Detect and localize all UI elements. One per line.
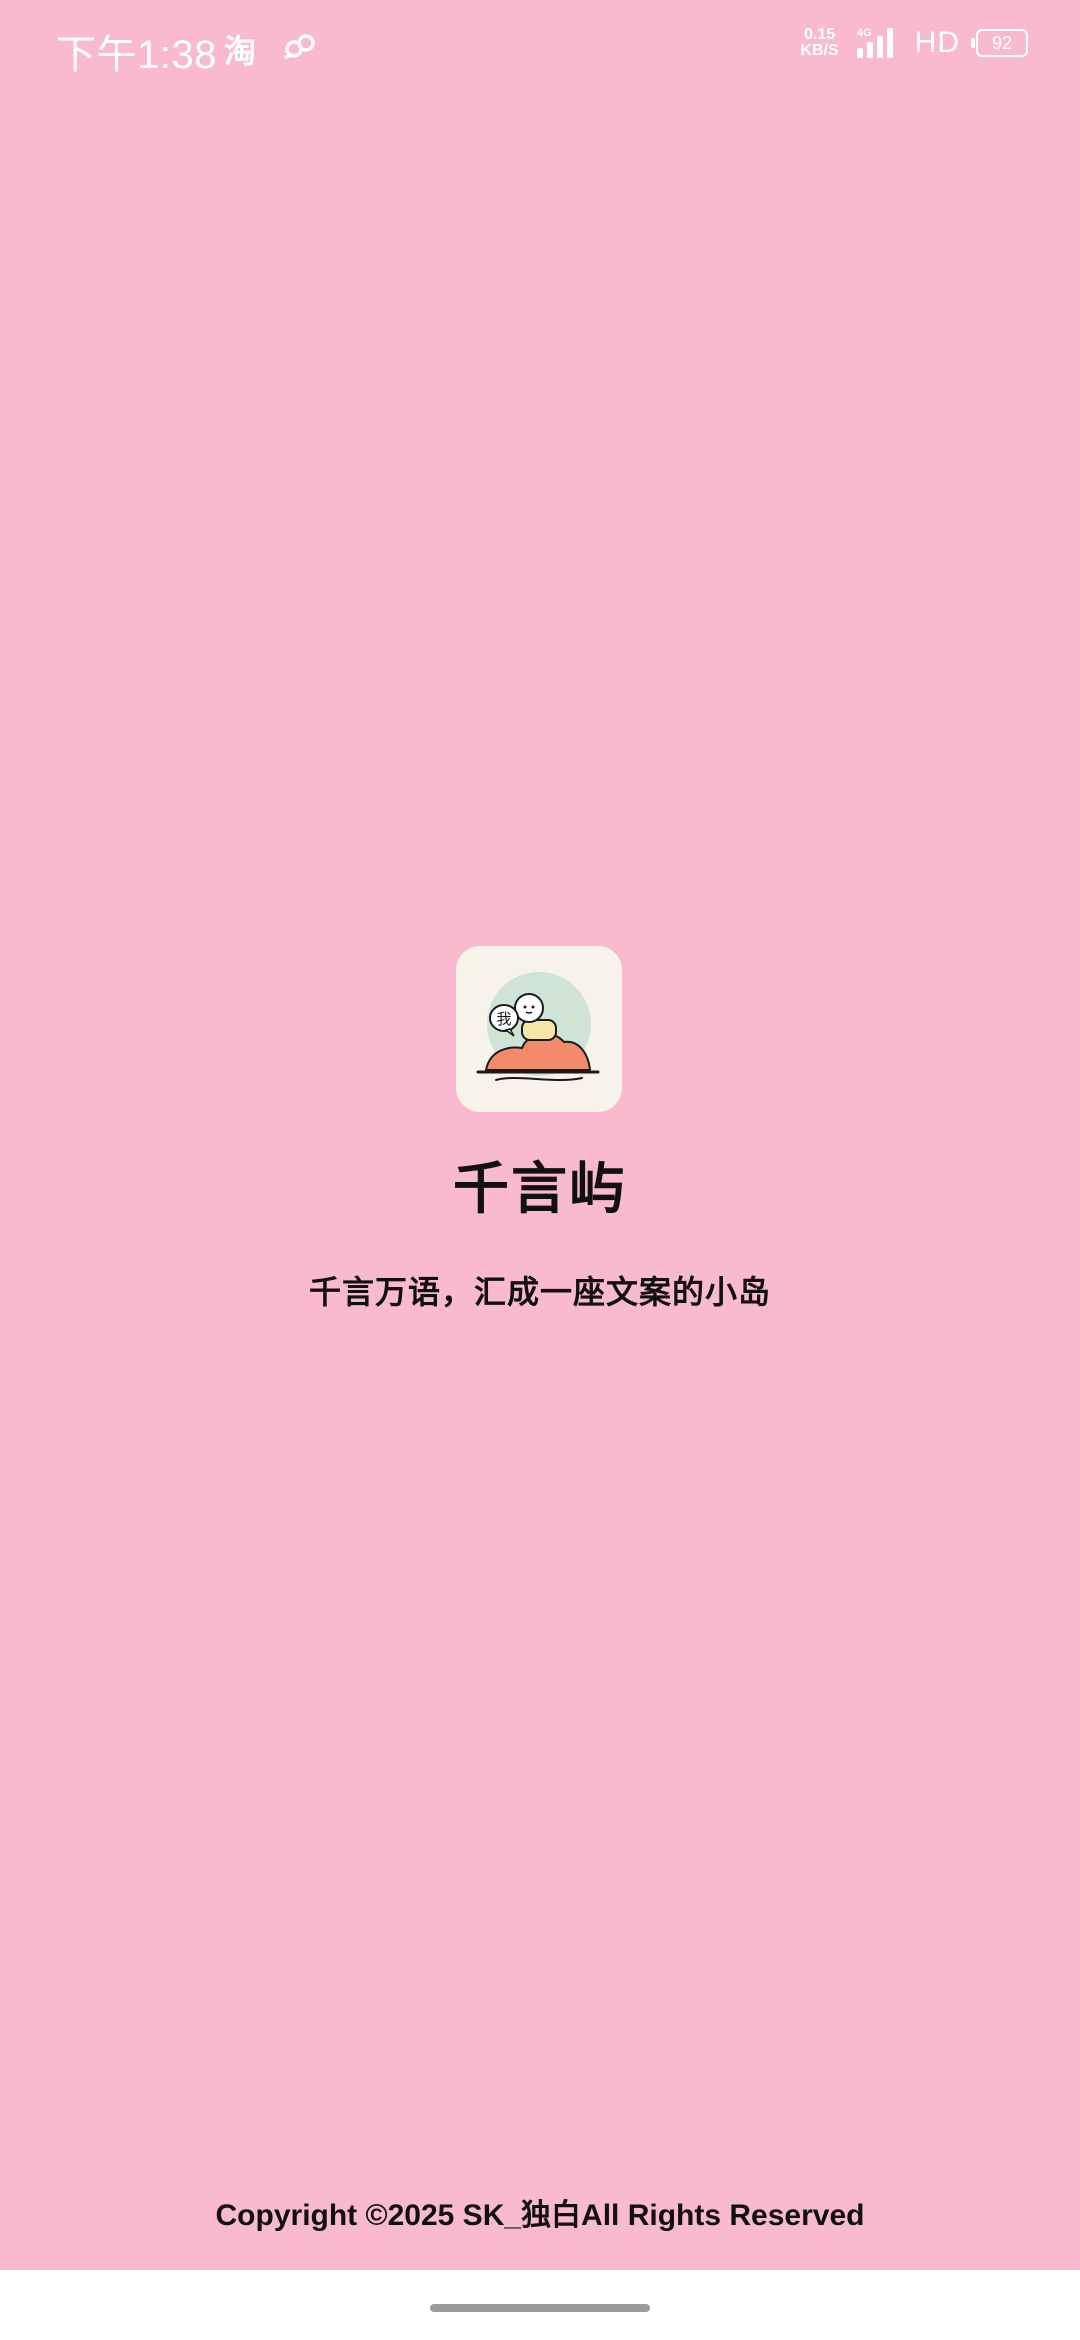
hd-label: HD bbox=[914, 26, 960, 59]
battery-icon: 92 bbox=[971, 29, 1028, 57]
network-speed: 0.15 KB/S bbox=[800, 27, 838, 59]
network-speed-value: 0.15 bbox=[803, 26, 836, 43]
gesture-home-handle[interactable] bbox=[430, 2304, 650, 2312]
copyright-text: Copyright ©2025 SK_独白All Rights Reserved bbox=[215, 2199, 865, 2232]
app-name: 千言屿 bbox=[453, 1157, 627, 1220]
network-type-label: 4G bbox=[857, 27, 872, 39]
network-speed-unit: KB/S bbox=[800, 42, 839, 59]
signal-icon: 4G bbox=[855, 26, 899, 60]
status-time: 下午1:38 bbox=[56, 33, 217, 77]
status-notification-icons: 淘 bbox=[224, 26, 318, 72]
island-logo-icon: 我 bbox=[476, 972, 600, 1081]
app-tagline: 千言万语，汇成一座文案的小岛 bbox=[308, 1274, 771, 1310]
link-icon bbox=[282, 33, 318, 66]
status-bar: 下午1:38 淘 0.15 KB/S 4G HD 92 bbox=[0, 0, 1080, 96]
taobao-icon: 淘 bbox=[224, 33, 257, 69]
app-logo: 我 bbox=[456, 946, 622, 1112]
bubble-text: 我 bbox=[496, 1010, 511, 1028]
battery-level: 92 bbox=[991, 33, 1013, 53]
status-right-group: 0.15 KB/S 4G HD 92 bbox=[800, 26, 1028, 60]
system-navigation-bar bbox=[0, 2270, 1080, 2340]
